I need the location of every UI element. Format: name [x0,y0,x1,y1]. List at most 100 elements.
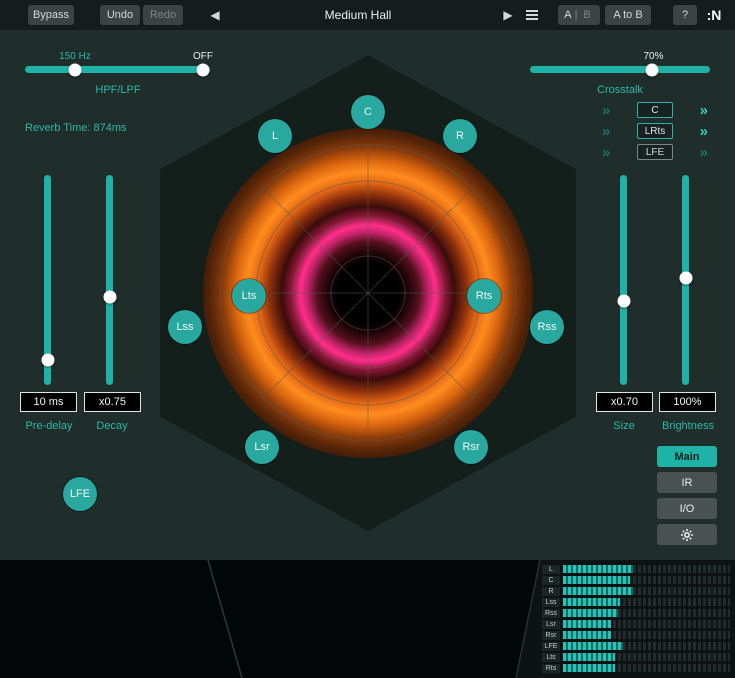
channel-node-lss[interactable]: Lss [168,310,202,344]
redo-button[interactable]: Redo [143,5,183,25]
meter-row: Rsr [542,630,730,640]
meter-track [563,598,730,606]
meter-label: C [542,576,560,585]
meter-label: Lsr [542,620,560,629]
meter-row: Rss [542,608,730,618]
route-input-chevron-icon[interactable]: » [602,103,610,118]
hpf-lpf-slider[interactable] [25,66,210,73]
meter-row: R [542,586,730,596]
decay-slider[interactable] [106,175,113,385]
meter-track [563,631,730,639]
ab-b-label: B [583,9,590,21]
a-to-b-button[interactable]: A to B [605,5,651,25]
reverb-time-readout: Reverb Time: 874ms [25,122,126,134]
crosstalk-value: 70% [626,51,681,62]
preset-name[interactable]: Medium Hall [288,5,428,25]
meter-row: Lsr [542,619,730,629]
meter-fill [563,631,611,639]
brightness-value-box[interactable]: 100% [659,392,716,412]
size-label: Size [592,420,656,432]
route-input-chevron-icon[interactable]: » [602,145,610,160]
channel-node-lsr[interactable]: Lsr [245,430,279,464]
size-value-box[interactable]: x0.70 [596,392,653,412]
meter-row: C [542,575,730,585]
list-icon [526,10,538,20]
meter-label: Rsr [542,631,560,640]
lpf-handle[interactable] [196,63,209,76]
channel-node-rts[interactable]: Rts [467,279,501,313]
settings-button[interactable] [657,524,717,545]
meter-label: Lts [542,653,560,662]
meter-row: Rts [542,663,730,673]
meter-track [563,653,730,661]
routing-row-lfe: » LFE » [602,143,708,161]
meter-track [563,576,730,584]
decay-value-box[interactable]: x0.75 [84,392,141,412]
brightness-handle[interactable] [679,271,692,284]
crosstalk-handle[interactable] [646,63,659,76]
help-button[interactable]: ? [673,5,697,25]
next-preset-button[interactable]: ▶ [497,5,519,25]
meter-row: Lss [542,597,730,607]
meter-fill [563,653,615,661]
titlebar: Bypass Undo Redo ◀ Medium Hall ▶ A | B A… [0,0,735,30]
channel-node-rsr[interactable]: Rsr [454,430,488,464]
size-slider[interactable] [620,175,627,385]
meter-label: Lss [542,598,560,607]
channel-node-rss[interactable]: Rss [530,310,564,344]
channel-node-lfe[interactable]: LFE [63,477,97,511]
meter-row: L [542,564,730,574]
paragon-plugin-window: Bypass Undo Redo ◀ Medium Hall ▶ A | B A… [0,0,735,678]
io-view-button[interactable]: I/O [657,498,717,519]
preset-list-button[interactable] [521,5,543,25]
undo-button[interactable]: Undo [100,5,140,25]
channel-node-c[interactable]: C [351,95,385,129]
route-output-chevron-icon[interactable]: » [700,145,708,160]
bypass-button[interactable]: Bypass [28,5,74,25]
ab-separator: | [575,9,578,21]
hpf-value: 150 Hz [45,51,105,62]
main-view-button[interactable]: Main [657,446,717,467]
meter-track [563,587,730,595]
route-input-chevron-icon[interactable]: » [602,124,610,139]
decay-handle[interactable] [103,290,116,303]
channel-node-r[interactable]: R [443,119,477,153]
route-output-chevron-icon[interactable]: » [700,103,708,118]
crosstalk-slider[interactable] [530,66,710,73]
brightness-label: Brightness [648,420,728,432]
ir-view-button[interactable]: IR [657,472,717,493]
lpf-value: OFF [183,51,223,62]
meter-fill [563,598,620,606]
crosstalk-label: Crosstalk [560,84,680,96]
route-channel-lfe-button[interactable]: LFE [637,144,673,160]
predelay-slider[interactable] [44,175,51,385]
meter-fill [563,587,633,595]
ab-compare-button[interactable]: A | B [558,5,600,25]
meter-track [563,620,730,628]
predelay-value-box[interactable]: 10 ms [20,392,77,412]
channel-node-l[interactable]: L [258,119,292,153]
brightness-slider[interactable] [682,175,689,385]
meter-fill [563,620,611,628]
meter-fill [563,642,623,650]
ab-a-label: A [564,9,571,21]
footer: NUGENAudio ● ● ● PARAGON Mix 100% Trim -… [0,560,735,678]
route-output-chevron-icon[interactable]: » [700,124,708,139]
arrow-right-icon: ▶ [503,8,512,22]
meter-fill [563,565,633,573]
meter-row: LFE [542,641,730,651]
meter-label: Rss [542,609,560,618]
route-channel-lrts-button[interactable]: LRts [637,123,673,139]
meter-fill [563,664,615,672]
routing-row-c: » C » [602,101,708,119]
meter-track [563,664,730,672]
route-channel-c-button[interactable]: C [637,102,673,118]
size-handle[interactable] [617,295,630,308]
meter-panel: L C R Lss [516,560,735,678]
previous-preset-button[interactable]: ◀ [204,5,226,25]
channel-node-lts[interactable]: Lts [232,279,266,313]
routing-row-lrts: » LRts » [602,122,708,140]
hpf-handle[interactable] [68,63,81,76]
arrow-left-icon: ◀ [210,8,219,22]
predelay-handle[interactable] [41,353,54,366]
